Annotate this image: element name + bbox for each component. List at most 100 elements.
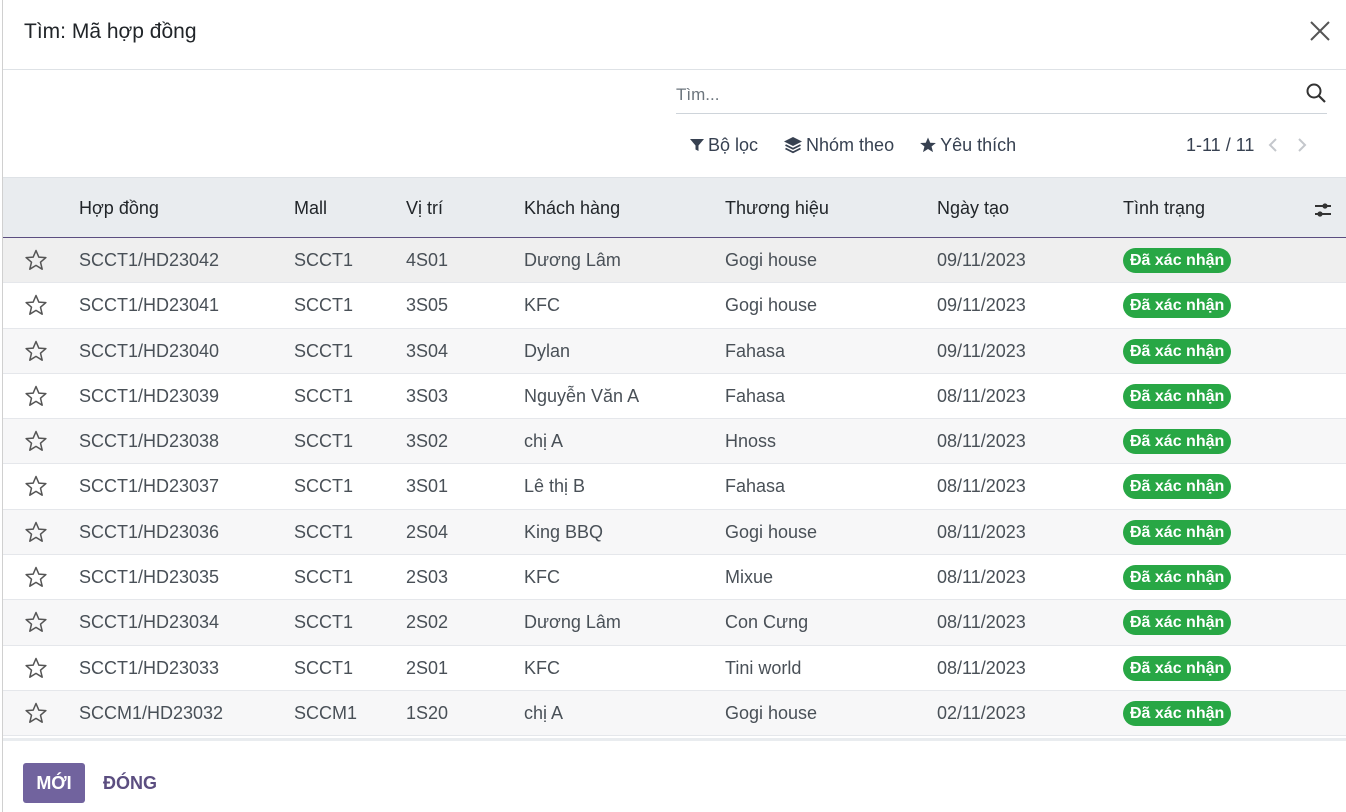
filter-button[interactable]: Bộ lọc <box>689 135 758 156</box>
cell-created-date: 08/11/2023 <box>937 567 1026 588</box>
star-icon[interactable] <box>24 701 48 725</box>
cell-mall: SCCT1 <box>294 567 354 588</box>
favorites-label: Yêu thích <box>940 134 1017 155</box>
cell-contract: SCCT1/HD23040 <box>79 340 220 361</box>
dialog-header: Tìm: Mã hợp đồng <box>3 0 1346 70</box>
cell-contract: SCCT1/HD23034 <box>79 612 220 633</box>
star-icon[interactable] <box>24 656 48 680</box>
star-icon[interactable] <box>24 339 48 363</box>
cell-brand: Gogi house <box>725 702 818 723</box>
column-settings-icon[interactable] <box>1313 200 1333 220</box>
status-badge: Đã xác nhận <box>1123 700 1232 726</box>
layers-icon <box>784 137 803 154</box>
cell-mall: SCCT1 <box>294 385 354 406</box>
header-mall[interactable]: Mall <box>294 198 327 219</box>
favorites-button[interactable]: Yêu thích <box>919 135 1016 156</box>
search-input[interactable] <box>676 82 1286 108</box>
cell-created-date: 08/11/2023 <box>937 657 1026 678</box>
table-row[interactable]: SCCT1/HD23035 SCCT1 2S03 KFC Mixue 08/11/2023… <box>3 555 1346 601</box>
status-badge: Đã xác nhận <box>1123 338 1232 364</box>
pager-next-icon[interactable] <box>1292 135 1312 155</box>
cell-customer: Lê thị B <box>524 476 586 497</box>
pager-value[interactable]: 1-11 / 11 <box>1186 135 1254 156</box>
table-row[interactable]: SCCT1/HD23039 SCCT1 3S03 Nguyễn Văn A Fahasa… <box>3 373 1346 420</box>
close-icon[interactable] <box>1307 18 1333 44</box>
cell-mall: SCCT1 <box>294 295 354 316</box>
status-badge: Đã xác nhận <box>1123 565 1232 591</box>
table-row[interactable]: SCCT1/HD23036 SCCT1 2S04 King BBQ Gogi house… <box>3 509 1346 556</box>
status-badge: Đã xác nhận <box>1123 474 1232 500</box>
cell-position: 3S03 <box>406 385 449 406</box>
star-icon[interactable] <box>24 520 48 544</box>
group-by-label: Nhóm theo <box>806 134 895 155</box>
star-icon[interactable] <box>24 610 48 634</box>
star-icon[interactable] <box>24 429 48 453</box>
star-icon[interactable] <box>24 565 48 589</box>
cell-mall: SCCT1 <box>294 657 354 678</box>
header-status[interactable]: Tình trạng <box>1123 198 1205 219</box>
cell-customer: chị A <box>524 431 564 452</box>
cell-position: 4S01 <box>406 250 449 270</box>
cell-mall: SCCM1 <box>294 702 358 723</box>
pager-previous-icon[interactable] <box>1263 135 1283 155</box>
table-row[interactable]: SCCT1/HD23038 SCCT1 3S02 chị A Hnoss 08/11/20… <box>3 419 1346 465</box>
status-badge: Đã xác nhận <box>1123 519 1232 545</box>
cell-created-date: 09/11/2023 <box>937 340 1026 361</box>
status-badge: Đã xác nhận <box>1123 293 1232 319</box>
cell-position: 3S01 <box>406 476 449 497</box>
table-row[interactable]: SCCT1/HD23033 SCCT1 2S01 KFC Tini world 08/11… <box>3 645 1346 691</box>
table-header: Hợp đồng Mall Vị trí Khách hàng Thương h… <box>3 177 1346 238</box>
cell-created-date: 08/11/2023 <box>937 521 1026 542</box>
cell-customer: chị A <box>524 702 564 723</box>
cell-mall: SCCT1 <box>294 250 354 270</box>
table-row[interactable]: SCCT1/HD23042 SCCT1 4S01 Dương Lâm Gogi hous… <box>3 238 1346 284</box>
header-brand[interactable]: Thương hiệu <box>725 198 829 219</box>
header-customer[interactable]: Khách hàng <box>524 198 620 219</box>
cell-created-date: 09/11/2023 <box>937 250 1026 270</box>
star-icon[interactable] <box>24 293 48 317</box>
cell-customer: Dương Lâm <box>524 250 621 270</box>
cell-mall: SCCT1 <box>294 612 354 633</box>
table-row[interactable]: SCCT1/HD23037 SCCT1 3S01 Lê thị B Fahasa 08/1… <box>3 464 1346 510</box>
table-row[interactable]: SCCT1/HD23040 SCCT1 3S04 Dylan Fahasa 09/11/2… <box>3 328 1346 374</box>
star-icon[interactable] <box>24 248 48 272</box>
cell-contract: SCCT1/HD23041 <box>79 295 220 316</box>
search-dialog: Tìm: Mã hợp đồng Bộ lọc Nhóm theo Yêu th… <box>2 0 1346 812</box>
cell-created-date: 08/11/2023 <box>937 476 1026 497</box>
table-row[interactable]: SCCT1/HD23041 SCCT1 3S05 KFC Gogi house 09/11… <box>3 283 1346 329</box>
cell-customer: KFC <box>524 657 560 678</box>
cell-brand: Gogi house <box>725 250 818 270</box>
table-row[interactable]: SCCT1/HD23034 SCCT1 2S02 Dương Lâm Con Cưng 0… <box>3 600 1346 646</box>
search-icon[interactable] <box>1305 82 1327 104</box>
header-position[interactable]: Vị trí <box>406 198 443 219</box>
cell-created-date: 08/11/2023 <box>937 612 1026 633</box>
cell-position: 1S20 <box>406 702 449 723</box>
cell-brand: Mixue <box>725 567 774 588</box>
close-button[interactable]: ĐÓNG <box>103 763 157 803</box>
table-row[interactable]: SCCM1/HD23032 SCCM1 1S20 chị A Gogi house 02/… <box>3 690 1346 737</box>
star-filled-icon <box>920 137 936 153</box>
star-icon[interactable] <box>24 474 48 498</box>
new-button[interactable]: MỚI <box>23 763 85 803</box>
cell-brand: Tini world <box>725 657 802 678</box>
header-contract[interactable]: Hợp đồng <box>79 198 159 219</box>
cell-contract: SCCT1/HD23033 <box>79 657 220 678</box>
status-badge: Đã xác nhận <box>1123 383 1232 409</box>
cell-brand: Fahasa <box>725 340 786 361</box>
star-icon[interactable] <box>24 384 48 408</box>
cell-brand: Con Cưng <box>725 612 809 633</box>
cell-contract: SCCT1/HD23035 <box>79 567 220 588</box>
header-created-date[interactable]: Ngày tạo <box>937 198 1009 219</box>
cell-brand: Fahasa <box>725 385 786 406</box>
cell-mall: SCCT1 <box>294 340 354 361</box>
cell-mall: SCCT1 <box>294 521 354 542</box>
cell-brand: Hnoss <box>725 431 777 452</box>
group-by-button[interactable]: Nhóm theo <box>783 135 894 156</box>
cell-contract: SCCM1/HD23032 <box>79 702 224 723</box>
cell-customer: King BBQ <box>524 521 604 542</box>
cell-customer: Dương Lâm <box>524 612 621 633</box>
cell-customer: Dylan <box>524 340 571 361</box>
search-bar <box>676 76 1327 114</box>
filter-icon <box>690 139 704 151</box>
status-badge: Đã xác nhận <box>1123 610 1232 636</box>
